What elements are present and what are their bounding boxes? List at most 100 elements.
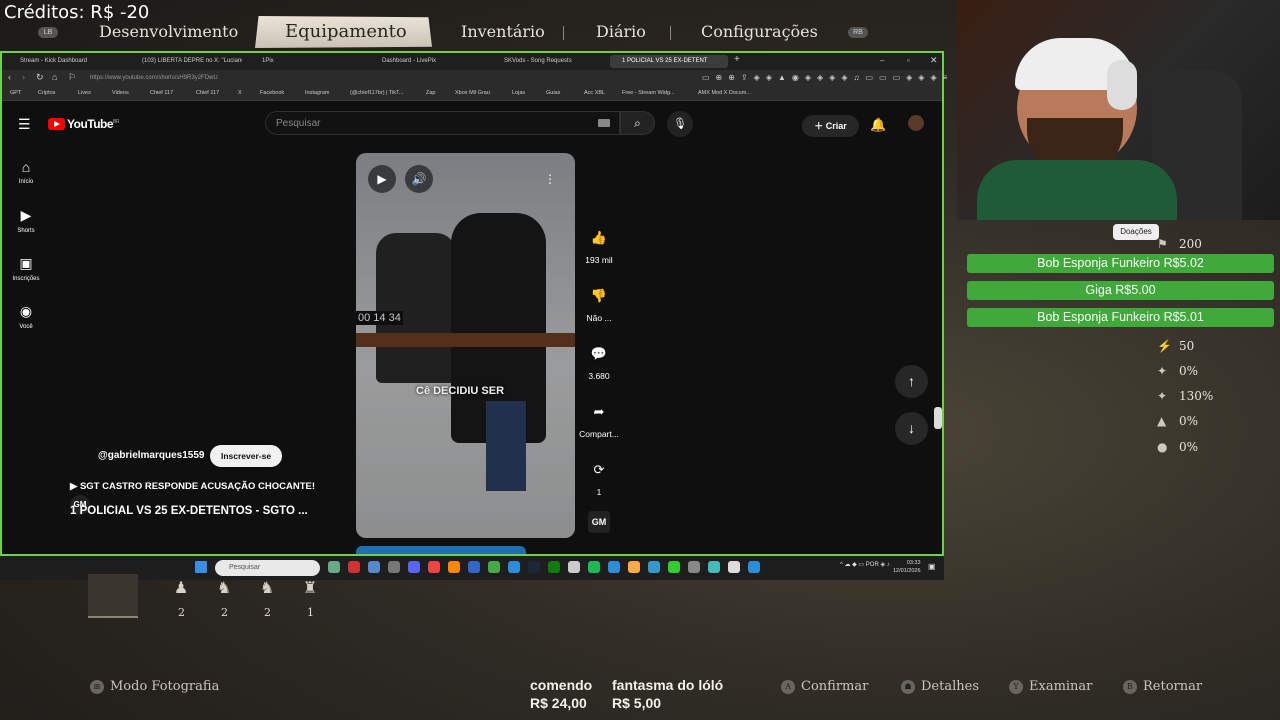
taskbar-app-icon[interactable]	[368, 561, 380, 573]
channel-name[interactable]: @gabrielmarques1559	[98, 450, 204, 461]
back-icon[interactable]: ‹	[8, 72, 11, 82]
brave-icon[interactable]	[348, 561, 360, 573]
tab-inventario[interactable]: Inventário	[461, 22, 545, 41]
taskbar-app-icon[interactable]	[628, 561, 640, 573]
taskbar-app-icon[interactable]	[468, 561, 480, 573]
search-input[interactable]: Pesquisar	[265, 111, 620, 135]
comments-button[interactable]: 💬 3.680	[576, 341, 622, 381]
maximize-icon[interactable]: ▫	[907, 56, 910, 65]
taskbar-app-icon[interactable]	[708, 561, 720, 573]
steam-icon[interactable]	[528, 561, 540, 573]
create-button[interactable]: ＋ Criar	[802, 115, 859, 137]
tab-configuracoes[interactable]: Configurações	[701, 22, 818, 41]
nav-shorts[interactable]: ▶ Shorts	[10, 207, 42, 234]
bookmark-item[interactable]: Lojas	[512, 90, 525, 96]
taskbar-app-icon[interactable]	[648, 561, 660, 573]
home-icon[interactable]: ⌂	[52, 72, 57, 82]
bookmark-item[interactable]: Criptos	[38, 90, 55, 96]
inventory-item-icon[interactable]: ♞	[211, 578, 237, 606]
hamburger-menu-icon[interactable]: ☰	[18, 116, 31, 133]
inventory-item-icon[interactable]: ♞	[254, 578, 280, 606]
bookmark-item[interactable]: X	[238, 90, 242, 96]
bookmark-item[interactable]: Instagram	[305, 90, 329, 96]
play-button[interactable]: ▶	[368, 165, 396, 193]
browser-tab-active[interactable]: 1 POLICIAL VS 25 EX-DETENT	[610, 55, 728, 68]
nav-inicio[interactable]: ⌂ Início	[10, 159, 42, 185]
volume-button[interactable]: 🔊	[405, 165, 433, 193]
previous-short-button[interactable]: ↑	[895, 365, 928, 398]
keyboard-icon[interactable]	[598, 119, 610, 127]
next-short-preview[interactable]	[356, 546, 526, 554]
subscribe-button[interactable]: Inscrever-se	[210, 445, 282, 467]
chrome-icon[interactable]	[488, 561, 500, 573]
avatar[interactable]	[908, 115, 924, 131]
bookmark-item[interactable]: GPT	[10, 90, 21, 96]
video-song-label[interactable]: ▶ SGT CASTRO RESPONDE ACUSAÇÃO CHOCANTE!	[70, 481, 315, 492]
browser-tab[interactable]: 1Pix	[250, 55, 362, 68]
taskbar-app-icon[interactable]	[668, 561, 680, 573]
browser-tab[interactable]: (103) LIBERTA DEPRE no X: "Luciano	[130, 55, 242, 68]
next-short-button[interactable]: ↓	[895, 412, 928, 445]
windows-start-icon[interactable]	[195, 561, 207, 573]
inventory-item-icon[interactable]: ♟	[168, 578, 194, 606]
tab-desenvolvimento[interactable]: Desenvolvimento	[99, 22, 238, 41]
dislike-button[interactable]: 👎 Não ...	[576, 283, 622, 323]
browser-tab[interactable]: Dashboard - LivePix	[370, 55, 485, 68]
details-prompt[interactable]: ☗ Detalhes	[901, 679, 979, 694]
taskbar-clock[interactable]: 03:33 12/01/2026	[893, 559, 921, 575]
taskbar-app-icon[interactable]	[388, 561, 400, 573]
notification-icon[interactable]: ▣	[928, 562, 936, 571]
taskbar-app-icon[interactable]	[328, 561, 340, 573]
tab-diario[interactable]: Diário	[596, 22, 646, 41]
taskbar-search[interactable]: Pesquisar	[215, 560, 320, 576]
more-options-button[interactable]: ⋮	[536, 165, 564, 193]
reload-icon[interactable]: ↻	[36, 72, 44, 83]
taskbar-app-icon[interactable]	[728, 561, 740, 573]
minimize-icon[interactable]: –	[880, 56, 884, 65]
short-video-player[interactable]: 00 14 34 ▶ 🔊 ⋮ Cê DECIDIU SER	[356, 153, 575, 538]
remix-button[interactable]: ⟳ 1	[576, 457, 622, 497]
new-tab-button[interactable]: +	[734, 54, 740, 65]
bookmark-item[interactable]: (@chief117br) | TikT...	[350, 90, 403, 96]
close-icon[interactable]: ✕	[930, 55, 938, 66]
youtube-logo[interactable]: YouTubeBR	[48, 117, 119, 131]
equipped-item-slot[interactable]	[88, 574, 138, 618]
discord-icon[interactable]	[408, 561, 420, 573]
taskbar-app-icon[interactable]	[688, 561, 700, 573]
bookmark-item[interactable]: Videos	[112, 90, 129, 96]
url-input[interactable]: https://www.youtube.com/shorts/sH9R3y2FD…	[90, 73, 690, 84]
edge-icon[interactable]	[508, 561, 520, 573]
bookmark-item[interactable]: Zap	[426, 90, 435, 96]
photo-mode-prompt[interactable]: ⊞ Modo Fotografia	[90, 679, 219, 694]
voice-search-button[interactable]: 🎙	[667, 111, 693, 137]
examine-prompt[interactable]: Y Examinar	[1009, 679, 1092, 694]
notifications-bell-icon[interactable]: 🔔	[870, 117, 886, 133]
confirm-prompt[interactable]: A Confirmar	[781, 679, 868, 694]
bookmark-icon[interactable]: ⚐	[68, 72, 76, 83]
bookmark-item[interactable]: Free - Stream Widg...	[622, 90, 675, 96]
bookmark-item[interactable]: Chief 117	[196, 90, 219, 96]
taskbar-app-icon[interactable]	[748, 561, 760, 573]
bookmark-item[interactable]: Facebook	[260, 90, 284, 96]
search-button[interactable]: ⌕	[620, 111, 655, 135]
inventory-item-icon[interactable]: ♜	[297, 578, 323, 606]
video-title[interactable]: 1 POLICIAL VS 25 EX-DETENTOS - SGTO ...	[70, 505, 308, 517]
side-widget-icon[interactable]	[934, 407, 942, 429]
like-button[interactable]: 👍 193 mil	[576, 225, 622, 265]
bookmark-item[interactable]: AMX Mod X Docum...	[698, 90, 751, 96]
channel-logo-icon[interactable]: GM	[588, 511, 610, 533]
back-prompt[interactable]: B Retornar	[1123, 679, 1202, 694]
nav-voce[interactable]: ◉ Você	[10, 303, 42, 330]
nav-inscricoes[interactable]: ▣ Inscrições	[10, 255, 42, 282]
taskbar-app-icon[interactable]	[608, 561, 620, 573]
share-button[interactable]: ➦ Compart...	[576, 399, 622, 439]
bookmark-item[interactable]: Chief 117	[150, 90, 173, 96]
bookmark-item[interactable]: Acc XBL	[584, 90, 605, 96]
system-tray[interactable]: ^ ☁ ◆ ▭ POR ◈ ♪	[840, 561, 890, 568]
taskbar-app-icon[interactable]	[568, 561, 580, 573]
firefox-icon[interactable]	[448, 561, 460, 573]
forward-icon[interactable]: ›	[22, 72, 25, 82]
xbox-icon[interactable]	[548, 561, 560, 573]
tab-equipamento[interactable]: Equipamento	[285, 21, 407, 42]
opera-icon[interactable]	[428, 561, 440, 573]
